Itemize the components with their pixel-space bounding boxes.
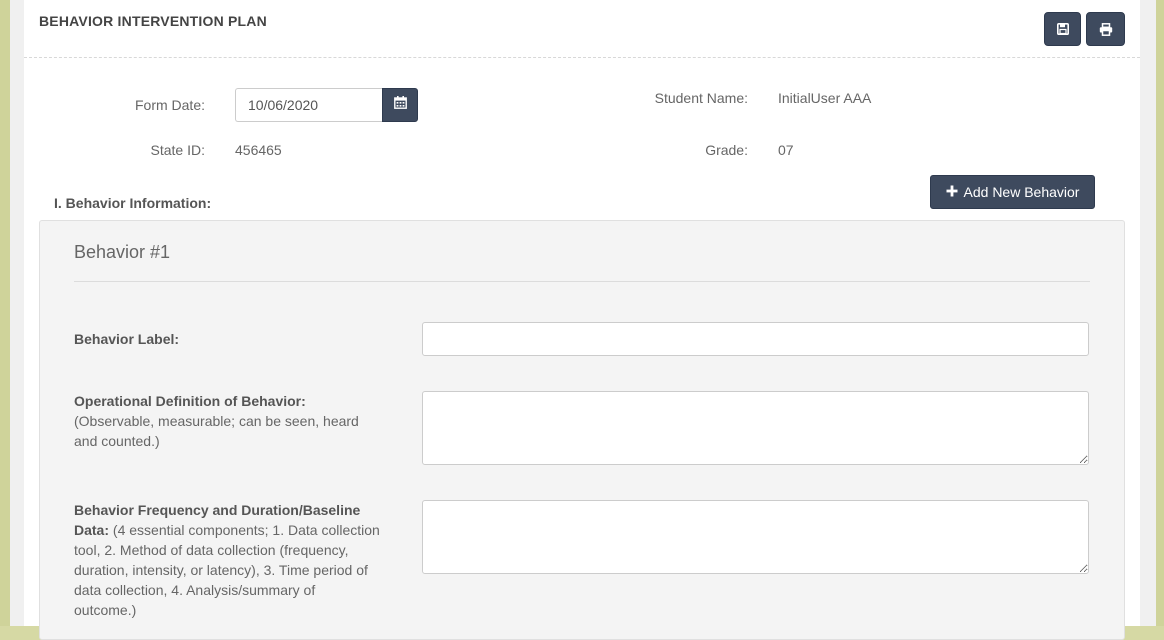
frequency-duration-textarea[interactable] <box>422 500 1089 574</box>
student-name-value: InitialUser AAA <box>778 90 872 106</box>
form-card: BEHAVIOR INTERVENTION PLAN Form Date: 10… <box>24 0 1140 640</box>
page-title: BEHAVIOR INTERVENTION PLAN <box>39 13 267 29</box>
section-title: I. Behavior Information: <box>54 195 212 211</box>
form-date-input[interactable] <box>235 88 383 122</box>
save-button[interactable] <box>1044 12 1081 46</box>
print-button[interactable] <box>1086 12 1125 46</box>
state-id-value: 456465 <box>235 142 282 158</box>
state-id-label: State ID: <box>150 142 205 158</box>
frequency-duration-label-note: (4 essential components; 1. Data collect… <box>74 522 380 618</box>
grade-value: 07 <box>778 142 794 158</box>
right-gutter <box>1140 0 1156 626</box>
behavior-label-text: Behavior Label: <box>74 331 180 347</box>
plus-icon <box>946 184 958 200</box>
operational-definition-label-bold: Operational Definition of Behavior: <box>74 393 306 409</box>
right-border <box>1156 0 1164 626</box>
behavior-label-field-label: Behavior Label: <box>74 329 384 349</box>
operational-definition-label: Operational Definition of Behavior: (Obs… <box>74 391 374 451</box>
card-header: BEHAVIOR INTERVENTION PLAN <box>24 0 1140 58</box>
add-new-behavior-label: Add New Behavior <box>963 184 1080 200</box>
frequency-duration-label: Behavior Frequency and Duration/Baseline… <box>74 500 380 620</box>
add-new-behavior-button[interactable]: Add New Behavior <box>930 175 1095 209</box>
form-date-label: Form Date: <box>134 97 205 113</box>
behavior-panel: Behavior #1 Behavior Label: Operational … <box>39 220 1125 640</box>
floppy-disk-icon <box>1056 23 1069 35</box>
calendar-icon <box>393 96 407 114</box>
behavior-label-input[interactable] <box>422 322 1089 356</box>
divider <box>74 281 1090 282</box>
printer-icon <box>1099 22 1113 36</box>
operational-definition-label-note: (Observable, measurable; can be seen, he… <box>74 413 359 449</box>
grade-label: Grade: <box>705 142 748 158</box>
behavior-title: Behavior #1 <box>74 242 171 262</box>
student-name-label: Student Name: <box>654 90 748 106</box>
calendar-button[interactable] <box>382 88 418 122</box>
left-border <box>0 0 10 626</box>
left-gutter <box>10 0 24 626</box>
operational-definition-textarea[interactable] <box>422 391 1089 465</box>
